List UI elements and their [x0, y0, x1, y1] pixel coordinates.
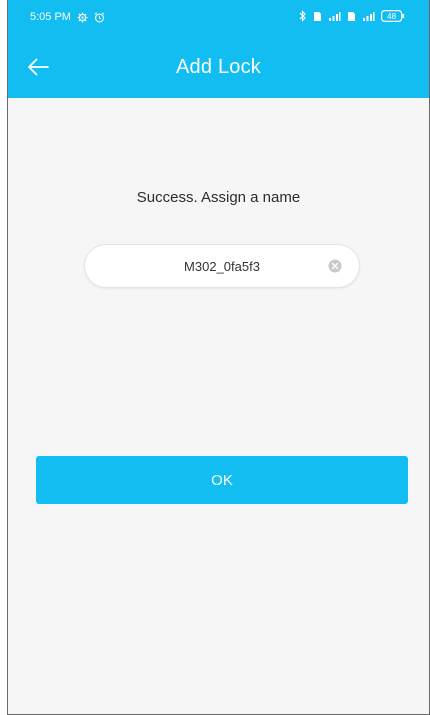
signal-icon: [328, 11, 341, 22]
battery-icon: 48: [381, 10, 405, 22]
main-content: Success. Assign a name OK: [8, 98, 429, 714]
lock-name-input[interactable]: [125, 245, 319, 287]
sim-card-icon: [313, 11, 322, 22]
success-message: Success. Assign a name: [136, 189, 301, 206]
phone-screen: 5:05 PM 48 Add Lock Success. Assign a na…: [7, 0, 430, 715]
clear-circle-icon[interactable]: [328, 259, 342, 273]
alarm-clock-icon: [94, 11, 105, 23]
battery-level: 48: [387, 12, 396, 21]
sim-card-icon: [347, 11, 356, 22]
page-title: Add Lock: [176, 56, 261, 78]
app-bar: Add Lock: [8, 36, 429, 98]
status-time: 5:05 PM: [30, 11, 71, 23]
settings-icon: [77, 11, 88, 23]
status-bar-right: 48: [299, 10, 405, 22]
ok-button[interactable]: OK: [36, 456, 408, 504]
bluetooth-icon: [299, 10, 307, 22]
signal-icon: [362, 11, 375, 22]
status-bar-left: 5:05 PM: [30, 11, 105, 23]
status-bar: 5:05 PM 48: [8, 0, 429, 36]
lock-name-field: [84, 244, 360, 288]
